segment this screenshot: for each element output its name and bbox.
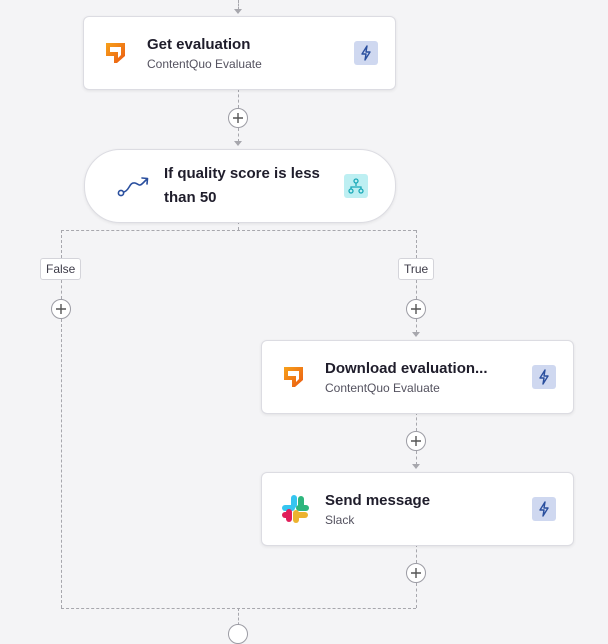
add-step-button[interactable] [228,108,248,128]
step-card-send-message[interactable]: Send message Slack [261,472,574,546]
step-card-download-evaluation[interactable]: Download evaluation... ContentQuo Evalua… [261,340,574,414]
condition-title-line-2: than 50 [164,189,217,206]
action-type-badge [532,365,556,389]
false-branch-line [61,230,62,258]
condition-node[interactable]: If quality score is less than 50 [84,149,396,223]
true-branch-line [416,230,417,258]
step-card-get-evaluation[interactable]: Get evaluation ContentQuo Evaluate [83,16,396,90]
condition-title-line-1: If quality score is less [164,165,320,182]
contentquo-logo-icon [284,367,303,387]
true-branch-line [416,451,417,465]
true-branch-line [416,412,417,431]
add-step-button-false-branch[interactable] [51,299,71,319]
add-step-button-bottom[interactable] [228,624,248,644]
connector-arrow [412,332,420,337]
add-step-button[interactable] [406,431,426,451]
slack-logo-icon [282,495,309,523]
connector-arrow [412,464,420,469]
step-app-name: ContentQuo Evaluate [325,381,440,395]
step-title: Send message [325,492,431,509]
false-branch-line [61,280,62,299]
add-step-button[interactable] [406,563,426,583]
true-branch-line [416,544,417,563]
false-branch-label: False [40,258,82,280]
lightning-icon [539,369,549,385]
connector-arrow [234,9,242,14]
step-title: Download evaluation... [325,360,488,377]
plus-icon [411,436,421,446]
true-branch-line [416,319,417,333]
branch-icon [348,178,364,194]
plus-icon [233,113,243,123]
connector [238,128,239,142]
true-branch-line [416,280,417,299]
true-branch-line [416,583,417,608]
true-branch-label: True [398,258,435,280]
add-step-button-true-branch[interactable] [406,299,426,319]
contentquo-logo-icon [106,43,125,63]
step-title: Get evaluation [147,36,251,53]
step-app-name: ContentQuo Evaluate [147,57,262,71]
plus-icon [411,568,421,578]
lightning-icon [539,501,549,517]
route-icon [117,177,149,197]
action-type-badge [532,497,556,521]
step-app-name: Slack [325,513,355,527]
action-type-badge [354,41,378,65]
condition-type-badge [344,174,368,198]
plus-icon [56,304,66,314]
plus-icon [411,304,421,314]
connector [238,89,239,108]
false-branch-line [61,319,62,608]
connector-arrow [234,141,242,146]
branch-connector [61,230,416,231]
lightning-icon [361,45,371,61]
